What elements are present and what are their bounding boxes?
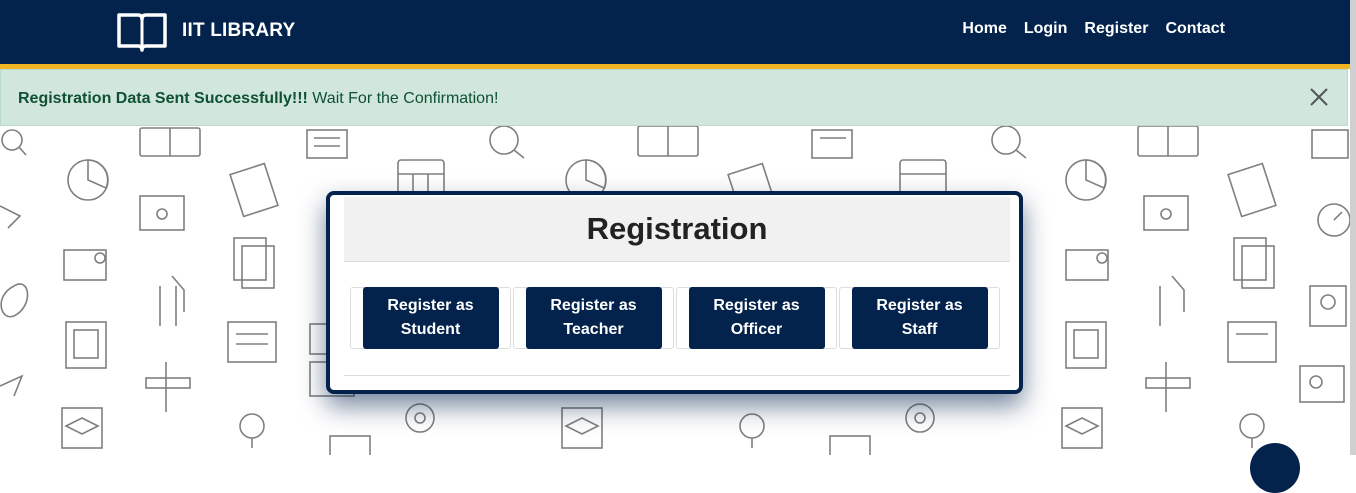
alert-message: Registration Data Sent Successfully!!! W… [18,90,498,108]
book-icon [117,13,167,52]
register-cell-student: Register as Student [350,287,511,349]
register-cell-officer: Register as Officer [676,287,837,349]
brand[interactable]: IIT LIBRARY [116,10,295,52]
register-teacher-button[interactable]: Register as Teacher [525,287,662,349]
alert-body-text: Wait For the Confirmation! [307,90,499,107]
registration-title: Registration [586,211,768,246]
register-staff-button[interactable]: Register as Staff [851,287,988,349]
close-icon[interactable] [1307,85,1331,109]
nav-links: Home Login Register Contact [945,20,1225,38]
register-student-button[interactable]: Register as Student [362,287,499,349]
success-alert: Registration Data Sent Successfully!!! W… [0,69,1348,126]
register-cell-staff: Register as Staff [839,287,1000,349]
scrollbar-thumb[interactable] [1350,0,1356,455]
top-navbar: IIT LIBRARY Home Login Register Contact [0,0,1350,69]
brand-name: IIT LIBRARY [182,20,296,41]
card-divider [344,375,1010,376]
nav-home-link[interactable]: Home [962,20,1006,38]
scrollbar-track[interactable] [1350,0,1356,455]
nav-register-link[interactable]: Register [1084,20,1148,38]
register-officer-button[interactable]: Register as Officer [688,287,825,349]
register-button-row: Register as Student Register as Teacher … [350,287,1002,349]
alert-strong-text: Registration Data Sent Successfully!!! [18,90,308,107]
card-header: Registration [344,197,1010,262]
register-cell-teacher: Register as Teacher [513,287,674,349]
nav-login-link[interactable]: Login [1024,20,1068,38]
chat-widget-button[interactable] [1250,443,1300,493]
registration-card: Registration Register as Student Registe… [326,191,1023,394]
nav-contact-link[interactable]: Contact [1165,20,1225,38]
